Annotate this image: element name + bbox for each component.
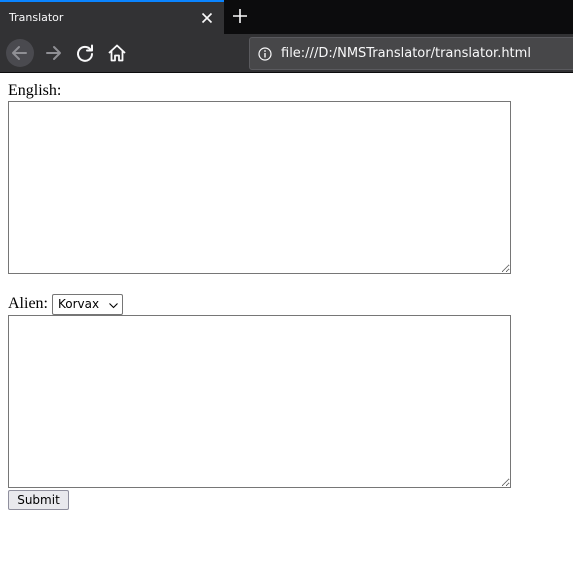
- chevron-down-icon: [109, 303, 118, 309]
- tab-title: Translator: [9, 11, 64, 24]
- reload-icon[interactable]: [71, 39, 99, 67]
- alien-textarea[interactable]: [8, 315, 511, 488]
- home-icon[interactable]: [103, 39, 131, 67]
- new-tab-icon[interactable]: [231, 7, 249, 25]
- url-text: file:///D:/NMSTranslator/translator.html: [281, 46, 531, 61]
- tab-translator[interactable]: Translator: [0, 0, 224, 34]
- back-icon[interactable]: [6, 39, 34, 67]
- english-textarea[interactable]: [8, 101, 511, 274]
- tab-strip: Translator: [0, 0, 573, 34]
- info-icon[interactable]: [258, 47, 272, 61]
- submit-button[interactable]: Submit: [8, 490, 69, 510]
- close-icon[interactable]: [199, 10, 215, 26]
- navigation-toolbar: file:///D:/NMSTranslator/translator.html: [0, 34, 573, 73]
- address-bar[interactable]: file:///D:/NMSTranslator/translator.html: [249, 37, 573, 70]
- forward-icon[interactable]: [39, 39, 67, 67]
- english-label: English:: [8, 82, 62, 99]
- alien-label: Alien:: [8, 295, 48, 312]
- alien-language-select[interactable]: Korvax: [52, 294, 123, 315]
- alien-language-value: Korvax: [58, 297, 100, 311]
